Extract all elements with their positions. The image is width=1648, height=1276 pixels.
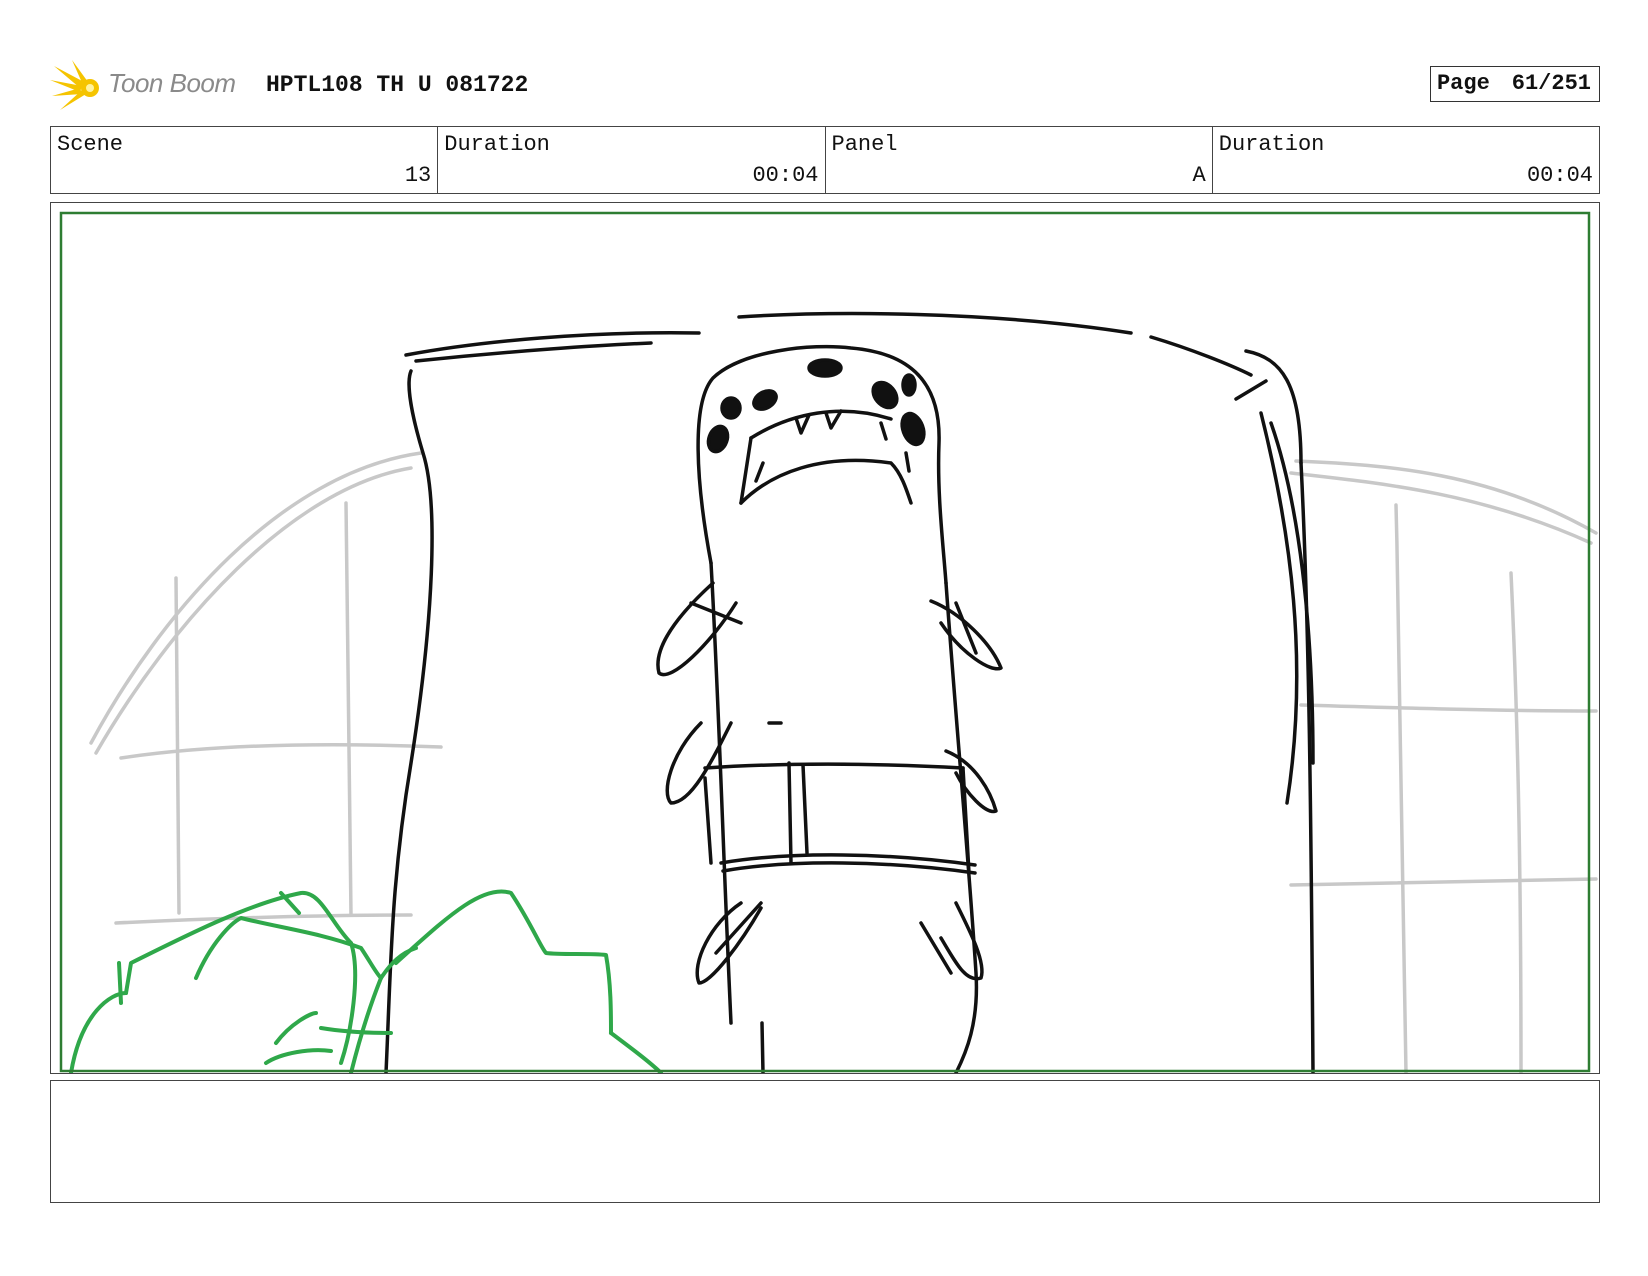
scene-duration-cell: Duration 00:04 (438, 127, 826, 193)
panel-duration-cell: Duration 00:04 (1213, 127, 1599, 193)
document-title: HPTL108 TH U 081722 (266, 72, 529, 98)
storyboard-panel (50, 202, 1600, 1074)
backdrop-outline (384, 311, 1315, 1073)
page-header: Toon Boom HPTL108 TH U 081722 Page 61/251 (50, 58, 1600, 118)
scene-duration-label: Duration (444, 132, 550, 157)
creature-sketch (656, 344, 1003, 1073)
background-structure-left (89, 451, 443, 925)
panel-duration-value: 00:04 (1526, 163, 1593, 188)
panel-cell: Panel A (826, 127, 1213, 193)
page-label: Page (1436, 71, 1490, 96)
logo-wordmark: Toon Boom (108, 68, 236, 98)
panel-value: A (1192, 163, 1206, 188)
page-indicator: Page 61/251 (1429, 66, 1600, 102)
panel-info-table: Scene 13 Duration 00:04 Panel A Duration… (50, 126, 1600, 194)
page-number: 61/251 (1511, 71, 1591, 96)
panel-label: Panel (831, 132, 898, 157)
scene-duration-value: 00:04 (752, 163, 819, 188)
panel-duration-label: Duration (1218, 132, 1325, 157)
bushes-sketch (69, 889, 663, 1073)
scene-cell: Scene 13 (51, 127, 439, 193)
panel-notes (50, 1080, 1600, 1203)
scene-label: Scene (57, 132, 124, 157)
toon-boom-logo: Toon Boom (50, 58, 250, 116)
panel-sketch (59, 211, 1598, 1073)
safe-frame (59, 211, 1591, 1073)
scene-value: 13 (404, 163, 432, 188)
background-structure-right (1289, 459, 1598, 1073)
starburst-icon (50, 60, 99, 110)
